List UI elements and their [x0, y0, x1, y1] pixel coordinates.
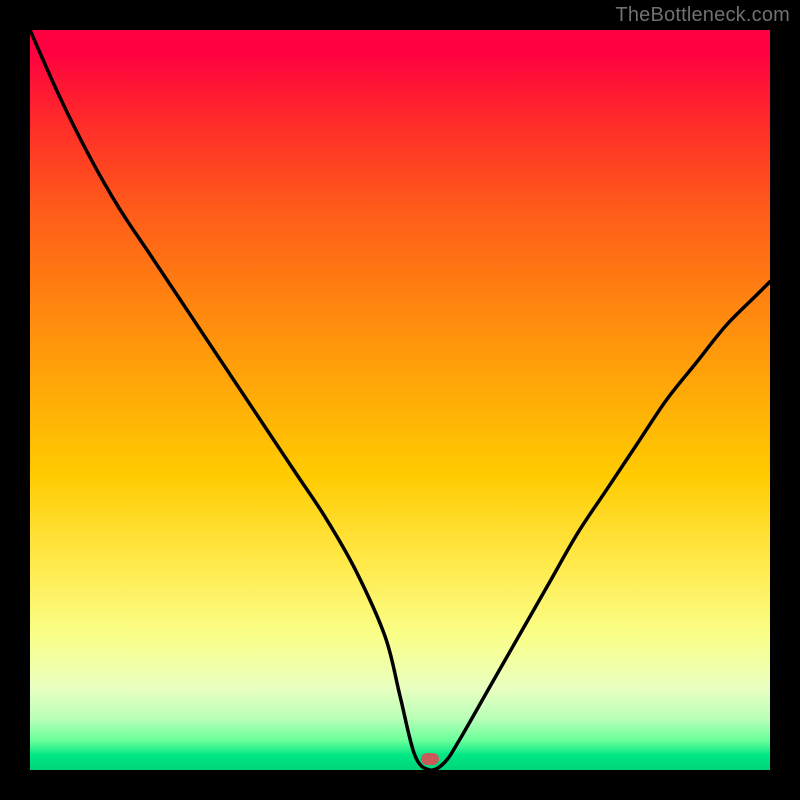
- attribution-text: TheBottleneck.com: [615, 4, 790, 27]
- plot-area: [30, 30, 770, 770]
- bottleneck-curve: [30, 30, 770, 770]
- minimum-marker: [421, 753, 439, 765]
- chart-container: TheBottleneck.com: [0, 0, 800, 800]
